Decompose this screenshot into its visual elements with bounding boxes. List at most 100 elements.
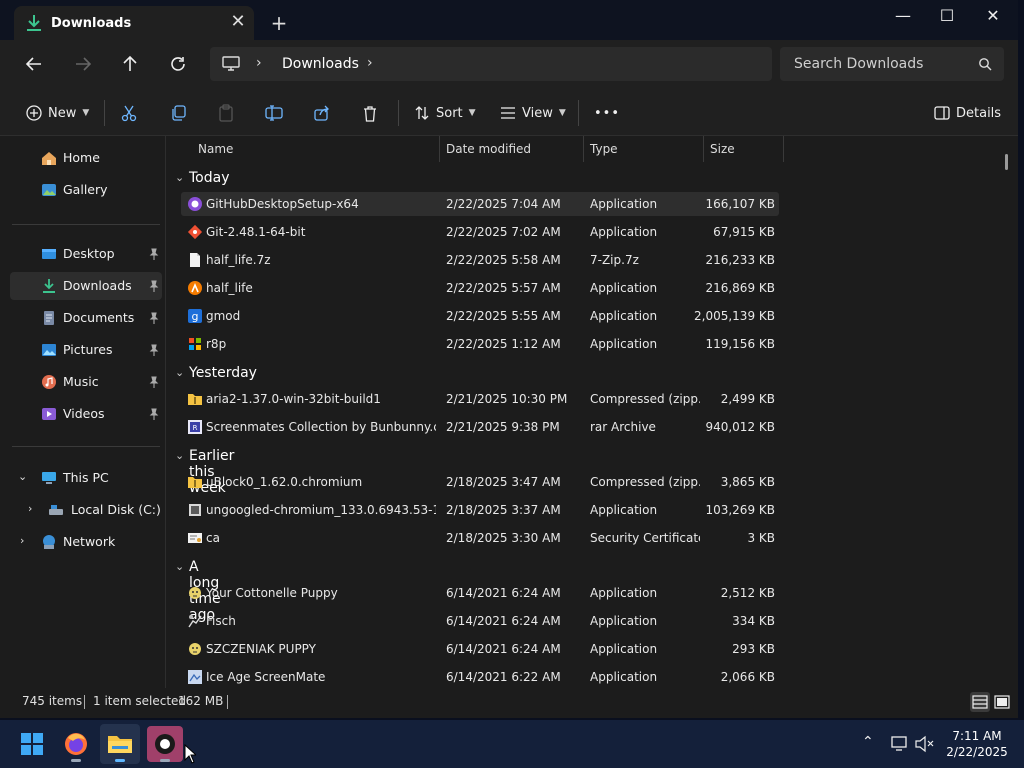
sidebar-item-gallery[interactable]: Gallery xyxy=(10,176,162,204)
chevron-down-icon[interactable]: ⌄ xyxy=(175,171,184,184)
sidebar-item-pictures[interactable]: Pictures xyxy=(10,336,162,364)
copy-button[interactable] xyxy=(170,100,186,126)
column-header-date[interactable]: Date modified xyxy=(440,136,583,162)
download-icon xyxy=(43,279,55,293)
delete-button[interactable] xyxy=(362,100,378,126)
file-row[interactable]: Fisch 6/14/2021 6:24 AM Application 334 KB xyxy=(181,609,779,633)
chevron-down-icon[interactable]: ⌄ xyxy=(175,366,184,379)
new-tab-button[interactable]: + xyxy=(266,10,292,36)
sidebar-item-desktop[interactable]: Desktop xyxy=(10,240,162,268)
file-type: Application xyxy=(590,503,658,517)
maximize-button[interactable]: ☐ xyxy=(924,0,970,32)
search-input[interactable]: Search Downloads xyxy=(794,56,923,72)
file-row[interactable]: GitHubDesktopSetup-x64 2/22/2025 7:04 AM A… xyxy=(181,192,779,216)
chevron-right-icon[interactable]: › xyxy=(256,55,262,71)
file-row[interactable]: Git-2.48.1-64-bit 2/22/2025 7:02 AM Applic… xyxy=(181,220,779,244)
file-row[interactable]: R Screenmates Collection by Bunbunny.com 2… xyxy=(181,415,779,439)
volume-muted-icon[interactable] xyxy=(914,735,934,753)
file-type: Application xyxy=(590,309,658,323)
file-name: Ice Age ScreenMate xyxy=(206,670,326,684)
file-name: half_life.7z xyxy=(206,253,271,267)
file-row[interactable]: aria2-1.37.0-win-32bit-build1 2/21/2025 1… xyxy=(181,387,779,411)
column-header-size[interactable]: Size xyxy=(704,136,783,162)
file-type: Application xyxy=(590,197,658,211)
taskbar-firefox[interactable] xyxy=(56,724,96,764)
title-bar: Downloads ✕ + — ☐ ✕ xyxy=(0,0,1018,40)
sidebar-item-videos[interactable]: Videos xyxy=(10,400,162,428)
view-button[interactable]: View ▼ xyxy=(500,100,566,126)
minimize-button[interactable]: — xyxy=(880,0,926,32)
item-count: 745 items xyxy=(22,694,83,708)
chevron-down-icon[interactable]: ⌄ xyxy=(175,560,184,573)
tray-overflow-button[interactable]: ⌃ xyxy=(862,734,874,750)
address-bar[interactable]: › Downloads › xyxy=(210,47,772,81)
tab-downloads[interactable]: Downloads ✕ xyxy=(14,6,254,40)
paste-button[interactable] xyxy=(218,100,234,126)
vertical-scrollbar[interactable] xyxy=(1005,154,1008,170)
file-name: Screenmates Collection by Bunbunny.com xyxy=(206,420,436,434)
more-options-button[interactable]: ••• xyxy=(594,100,620,126)
chevron-right-icon[interactable]: › xyxy=(20,534,24,547)
sidebar-item-home[interactable]: Home xyxy=(10,144,162,172)
network-status-icon[interactable] xyxy=(890,735,910,753)
file-type: Compressed (zipp... xyxy=(590,392,700,406)
tab-close-button[interactable]: ✕ xyxy=(226,10,250,34)
details-view-button[interactable] xyxy=(970,692,990,712)
share-button[interactable] xyxy=(314,100,330,126)
file-row[interactable]: r8p 2/22/2025 1:12 AM Application 119,156 K… xyxy=(181,332,779,356)
cut-button[interactable] xyxy=(121,100,137,126)
sidebar-item-downloads[interactable]: Downloads xyxy=(10,272,162,300)
file-row[interactable]: ungoogled-chromium_133.0.6943.53-1.1... 2… xyxy=(181,498,779,522)
column-header-name[interactable]: Name xyxy=(167,136,439,162)
taskbar-file-explorer[interactable] xyxy=(100,724,140,764)
column-header-type[interactable]: Type xyxy=(584,136,703,162)
up-button[interactable] xyxy=(112,48,148,80)
details-button[interactable]: Details xyxy=(934,100,1001,126)
file-size: 119,156 KB xyxy=(705,337,775,351)
chevron-right-icon[interactable]: › xyxy=(367,55,373,71)
close-button[interactable]: ✕ xyxy=(970,0,1016,32)
sidebar-item-music[interactable]: Music xyxy=(10,368,162,396)
file-row[interactable]: Your Cottonelle Puppy 6/14/2021 6:24 AM Ap… xyxy=(181,581,779,605)
sidebar-item-network[interactable]: › Network xyxy=(10,528,162,556)
sidebar-item-this-pc[interactable]: ⌄ This PC xyxy=(10,464,162,492)
sidebar-item-documents[interactable]: Documents xyxy=(10,304,162,332)
desktop-icon xyxy=(42,249,56,259)
file-row[interactable]: Ice Age ScreenMate 6/14/2021 6:22 AM Appli… xyxy=(181,665,779,688)
file-row[interactable]: SZCZENIAK PUPPY 6/14/2021 6:24 AM Applicat… xyxy=(181,637,779,661)
search-box[interactable]: Search Downloads xyxy=(780,47,1004,81)
new-button[interactable]: New ▼ xyxy=(26,100,89,126)
sort-button[interactable]: Sort ▼ xyxy=(414,100,476,126)
file-row[interactable]: ca 2/18/2025 3:30 AM Security Certificate 3… xyxy=(181,526,779,550)
file-type: Application xyxy=(590,225,658,239)
file-row[interactable]: half_life 2/22/2025 5:57 AM Application 216… xyxy=(181,276,779,300)
file-row[interactable]: g gmod 2/22/2025 5:55 AM Application 2,005,1… xyxy=(181,304,779,328)
sidebar-item-label: Music xyxy=(63,374,99,389)
back-button[interactable] xyxy=(16,48,52,80)
home-icon xyxy=(42,152,56,165)
file-row[interactable]: uBlock0_1.62.0.chromium 2/18/2025 3:47 AM… xyxy=(181,470,779,494)
view-label: View xyxy=(522,105,553,121)
taskbar-github-desktop[interactable] xyxy=(145,724,185,764)
chevron-down-icon[interactable]: ⌄ xyxy=(18,470,27,483)
column-divider[interactable] xyxy=(783,136,784,162)
file-row[interactable]: half_life.7z 2/22/2025 5:58 AM 7-Zip.7z 216… xyxy=(181,248,779,272)
chevron-right-icon[interactable]: › xyxy=(28,502,32,515)
computer-icon xyxy=(42,472,56,484)
start-button[interactable] xyxy=(12,724,52,764)
chevron-down-icon[interactable]: ⌄ xyxy=(175,449,184,462)
file-type: Application xyxy=(590,586,658,600)
breadcrumb-downloads[interactable]: Downloads xyxy=(282,56,359,72)
search-icon xyxy=(979,58,992,71)
download-icon xyxy=(27,15,41,31)
rename-button[interactable] xyxy=(265,100,283,126)
file-size: 216,233 KB xyxy=(705,253,775,267)
tiles-view-button[interactable] xyxy=(992,692,1012,712)
forward-button[interactable] xyxy=(65,48,101,80)
file-explorer-window: Downloads ✕ + — ☐ ✕ › Downloads › Search… xyxy=(0,0,1018,718)
status-bar: 745 items 1 item selected 162 MB xyxy=(0,688,1018,718)
refresh-button[interactable] xyxy=(160,48,196,80)
sidebar-item-label: Documents xyxy=(63,310,135,325)
sidebar-item-local-disk[interactable]: › Local Disk (C:) xyxy=(10,496,162,524)
system-clock[interactable]: 7:11 AM 2/22/2025 xyxy=(938,728,1016,760)
